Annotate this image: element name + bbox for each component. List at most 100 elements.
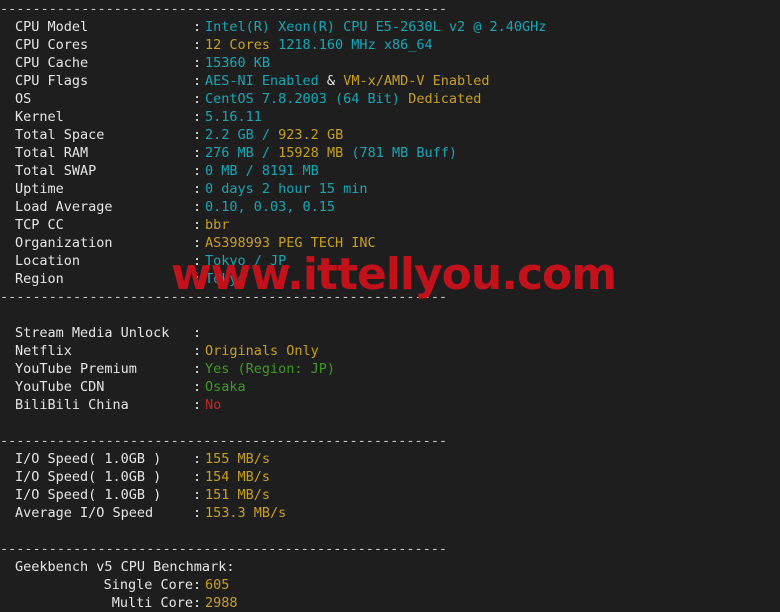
row-value: 0 days 2 hour 15 min xyxy=(205,181,368,197)
separator-top: ----------------------------------------… xyxy=(0,1,448,17)
row-value: Osaka xyxy=(205,379,246,395)
row-colon: : xyxy=(193,199,202,215)
row-colon: : xyxy=(193,73,202,89)
row-colon: : xyxy=(193,127,202,143)
row-value: No xyxy=(205,397,222,413)
row-colon: : xyxy=(193,469,202,485)
info-row: Total RAM:276 MB / 15928 MB (781 MB Buff… xyxy=(0,144,780,162)
row-label: CPU Model xyxy=(15,19,89,35)
row-label: BiliBili China xyxy=(15,397,129,413)
row-colon: : xyxy=(193,595,202,611)
info-row: Stream Media Unlock: xyxy=(0,324,780,342)
row-value: VM-x/AMD-V Enabled xyxy=(343,73,490,89)
row-value: / xyxy=(253,145,279,161)
io-speed-block: I/O Speed( 1.0GB ):155 MB/s I/O Speed( 1.… xyxy=(0,450,780,522)
info-row: CPU Flags: AES-NI Enabled & VM-x/AMD-V En… xyxy=(0,72,780,90)
row-value: 2.2 GB xyxy=(205,127,254,143)
row-colon: : xyxy=(193,325,202,341)
row-value: 15360 KB xyxy=(205,55,271,71)
info-row: I/O Speed( 1.0GB ):154 MB/s xyxy=(0,468,780,486)
row-colon: : xyxy=(193,397,202,413)
row-value: 5.16.11 xyxy=(205,109,262,125)
row-colon: : xyxy=(193,181,202,197)
row-value: CentOS 7.8.2003 (64 Bit) xyxy=(205,91,401,107)
info-row: Region: Tokyo xyxy=(0,270,780,288)
row-label: I/O Speed( 1.0GB ) xyxy=(15,469,162,485)
row-value: AS398993 PEG TECH INC xyxy=(205,235,376,251)
row-value: 12 Cores xyxy=(205,37,271,53)
row-colon: : xyxy=(193,379,202,395)
row-value: (781 MB Buff) xyxy=(343,145,457,161)
row-label: CPU Cache xyxy=(15,55,89,71)
row-value: Originals Only xyxy=(205,343,319,359)
row-label: YouTube Premium xyxy=(15,361,137,377)
info-row: I/O Speed( 1.0GB ):151 MB/s xyxy=(0,486,780,504)
row-colon: : xyxy=(193,19,202,35)
separator-after-stream: ----------------------------------------… xyxy=(0,433,448,449)
info-row: Organization: AS398993 PEG TECH INC xyxy=(0,234,780,252)
row-value: 0.10, 0.03, 0.15 xyxy=(205,199,336,215)
row-label: Total RAM xyxy=(15,145,89,161)
row-value: bbr xyxy=(205,217,230,233)
row-label: CPU Flags xyxy=(15,73,89,89)
row-colon: : xyxy=(193,253,202,269)
row-colon: : xyxy=(193,343,202,359)
row-colon: : xyxy=(193,361,202,377)
info-row: CPU Model: Intel(R) Xeon(R) CPU E5-2630L … xyxy=(0,18,780,36)
info-row: TCP CC: bbr xyxy=(0,216,780,234)
row-value: & xyxy=(318,73,344,89)
info-row: YouTube CDN: Osaka xyxy=(0,378,780,396)
info-row: YouTube Premium: Yes (Region: JP) xyxy=(0,360,780,378)
row-label: Total Space xyxy=(15,127,105,143)
info-row: CPU Cores:12 Cores 1218.160 MHz x86_64 xyxy=(0,36,780,54)
row-label: Location xyxy=(15,253,81,269)
row-value: 151 MB/s xyxy=(205,487,271,503)
row-label: Average I/O Speed xyxy=(15,505,154,521)
row-value: 276 MB xyxy=(205,145,254,161)
row-value: / xyxy=(253,127,279,143)
row-value: 2988 xyxy=(205,595,238,611)
row-label: I/O Speed( 1.0GB ) xyxy=(15,451,162,467)
row-value: 0 MB / 8191 MB xyxy=(205,163,319,179)
row-colon: : xyxy=(193,217,202,233)
row-colon: : xyxy=(193,145,202,161)
row-value xyxy=(400,91,408,107)
row-colon: : xyxy=(193,487,202,503)
row-value: Dedicated xyxy=(408,91,482,107)
system-info-block: CPU Model: Intel(R) Xeon(R) CPU E5-2630L … xyxy=(0,18,780,288)
row-value: 154 MB/s xyxy=(205,469,271,485)
row-label: Total SWAP xyxy=(15,163,97,179)
row-value: 923.2 GB xyxy=(278,127,344,143)
info-row: Single Core: 605 xyxy=(0,576,780,594)
info-row: I/O Speed( 1.0GB ):155 MB/s xyxy=(0,450,780,468)
row-colon: : xyxy=(193,235,202,251)
geekbench-block: Geekbench v5 CPU Benchmark: Single Core: 6… xyxy=(0,558,780,612)
row-value: 155 MB/s xyxy=(205,451,271,467)
info-row: Netflix: Originals Only xyxy=(0,342,780,360)
info-row: BiliBili China: No xyxy=(0,396,780,414)
row-value: 605 xyxy=(205,577,230,593)
row-value: Tokyo / JP xyxy=(205,253,287,269)
row-label: CPU Cores xyxy=(15,37,89,53)
row-label: Netflix xyxy=(15,343,72,359)
row-label: Load Average xyxy=(15,199,113,215)
row-label: Stream Media Unlock xyxy=(15,325,170,341)
row-label: TCP CC xyxy=(15,217,64,233)
info-row: Load Average:0.10, 0.03, 0.15 xyxy=(0,198,780,216)
row-value: Yes (Region: JP) xyxy=(205,361,336,377)
separator-after-io: ----------------------------------------… xyxy=(0,541,448,557)
info-row: Kernel:5.16.11 xyxy=(0,108,780,126)
row-label: I/O Speed( 1.0GB ) xyxy=(15,487,162,503)
row-value: 15928 MB xyxy=(278,145,344,161)
row-value: Intel(R) Xeon(R) CPU E5-2630L v2 @ 2.40G… xyxy=(205,19,547,35)
row-label: Organization xyxy=(15,235,113,251)
row-colon: : xyxy=(193,37,202,53)
separator-after-sysinfo: ----------------------------------------… xyxy=(0,289,448,305)
row-colon: : xyxy=(193,505,202,521)
info-row: Multi Core: 2988 xyxy=(0,594,780,612)
row-label: Uptime xyxy=(15,181,64,197)
info-row: CPU Cache:15360 KB xyxy=(0,54,780,72)
